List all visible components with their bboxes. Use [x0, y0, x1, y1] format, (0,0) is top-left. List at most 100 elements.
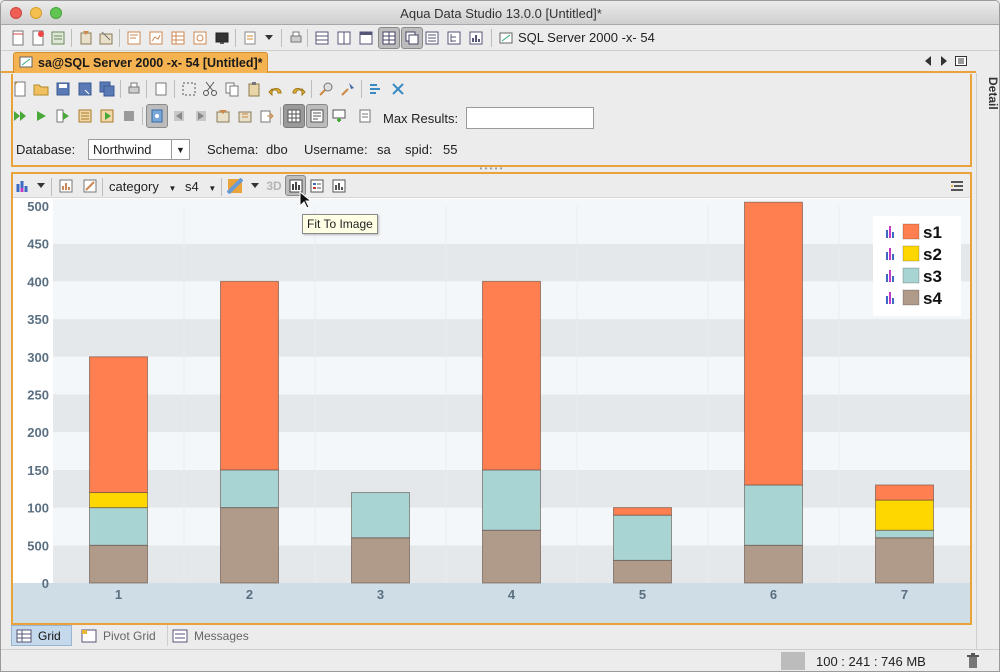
tab-grid[interactable]: Grid [11, 625, 72, 646]
chevron-down-icon: ▼ [168, 184, 177, 193]
app-window: Aqua Data Studio 13.0.0 [Untitled]* SQL … [0, 0, 1000, 672]
bar-segment-s4 [89, 544, 148, 584]
y-tick-label: 150 [27, 463, 49, 478]
x-tick-label: 4 [508, 587, 516, 602]
chart-data-labels-icon[interactable] [330, 177, 348, 195]
messages-icon [172, 629, 188, 642]
server-properties-icon[interactable] [97, 29, 115, 47]
redo-icon[interactable] [289, 80, 307, 98]
copy-icon[interactable] [223, 80, 241, 98]
format-sql-icon[interactable] [367, 80, 385, 98]
results-append-icon[interactable] [330, 107, 348, 125]
bar-segment-s2 [89, 492, 148, 509]
chart-edit-icon[interactable] [81, 177, 99, 195]
paste-icon[interactable] [245, 80, 263, 98]
spid-label: spid: [405, 142, 433, 157]
save-as-icon[interactable] [76, 80, 94, 98]
execute-icon[interactable] [32, 107, 50, 125]
bar-segment-s4 [220, 507, 279, 584]
garbage-collect-trash-icon[interactable] [964, 652, 982, 670]
max-results-input[interactable] [466, 107, 594, 129]
server-tools-icon[interactable] [77, 29, 95, 47]
layout-list-icon[interactable] [423, 29, 441, 47]
auto-commit-toggle-icon[interactable] [146, 104, 168, 128]
pane-splitter-grip[interactable]: • • • • • [471, 165, 511, 173]
layout-chart-icon[interactable] [467, 29, 485, 47]
schema-compare-icon[interactable] [236, 107, 254, 125]
results-text-toggle-icon[interactable] [306, 104, 328, 128]
tab-scroll-left-icon[interactable] [922, 55, 934, 67]
new-file-icon[interactable] [11, 80, 29, 98]
chart-color-dropdown-chevron-icon[interactable] [249, 177, 261, 195]
monitor-icon[interactable] [213, 29, 231, 47]
scripts-dropdown-chevron-icon[interactable] [263, 29, 275, 47]
detail-panel-label[interactable]: Detail [986, 77, 999, 110]
bar-segment-s3 [351, 492, 410, 539]
sql-compress-icon[interactable] [389, 80, 407, 98]
database-select[interactable]: Northwind ▼ [88, 139, 190, 160]
print-query-icon[interactable] [125, 80, 143, 98]
find-icon[interactable] [317, 80, 335, 98]
x-tick-label: 6 [770, 587, 777, 602]
cut-icon[interactable] [201, 80, 219, 98]
tab-scroll-right-icon[interactable] [938, 55, 950, 67]
chart-3d-toggle[interactable]: 3D [263, 177, 285, 195]
bar-segment-s1 [482, 280, 541, 471]
chart-type-icon[interactable] [14, 177, 32, 195]
query-options-icon[interactable] [356, 107, 374, 125]
chart-type-dropdown-chevron-icon[interactable] [35, 177, 47, 195]
tab-list-menu-icon[interactable] [954, 55, 968, 67]
print-icon[interactable] [287, 29, 305, 47]
sql-history-icon[interactable] [191, 29, 209, 47]
bar-segment-s4 [875, 537, 934, 584]
results-grid-toggle-icon[interactable] [283, 104, 305, 128]
new-query-icon[interactable] [29, 29, 47, 47]
find-replace-icon[interactable] [339, 80, 357, 98]
execute-all-icon[interactable] [11, 107, 29, 125]
rollback-icon[interactable] [192, 107, 210, 125]
execute-selection-icon[interactable] [54, 107, 72, 125]
table-data-icon[interactable] [169, 29, 187, 47]
x-tick-label: 2 [246, 587, 253, 602]
commit-icon[interactable] [170, 107, 188, 125]
chart-color-icon[interactable] [226, 177, 244, 195]
tab-messages[interactable]: Messages [167, 625, 257, 646]
layout-grid-icon[interactable] [313, 29, 331, 47]
chart-menu-icon[interactable] [948, 177, 966, 195]
category-select[interactable]: category ▼ [109, 179, 176, 194]
legend-label: s3 [923, 267, 942, 286]
undo-icon[interactable] [267, 80, 285, 98]
schema-sync-icon[interactable] [214, 107, 232, 125]
execute-plan-icon[interactable] [98, 107, 116, 125]
scripts-icon[interactable] [241, 29, 259, 47]
tab-grid-label: Grid [38, 628, 61, 643]
page-setup-icon[interactable] [152, 80, 170, 98]
stop-execution-icon[interactable] [120, 107, 138, 125]
new-document-icon[interactable] [9, 29, 27, 47]
series-select[interactable]: s4 ▼ [185, 179, 216, 194]
chart-properties-icon[interactable] [57, 177, 75, 195]
export-results-icon[interactable] [258, 107, 276, 125]
query-analyzer-icon[interactable] [147, 29, 165, 47]
memory-usage-label: 100 : 241 : 746 MB [816, 654, 926, 669]
explain-plan-icon[interactable] [76, 107, 94, 125]
save-all-icon[interactable] [98, 80, 116, 98]
save-icon[interactable] [54, 80, 72, 98]
y-tick-label: 500 [27, 538, 49, 553]
layout-cascade-toggle-icon[interactable] [401, 27, 423, 49]
tab-pivot-grid[interactable]: Pivot Grid [77, 625, 161, 646]
open-schema-icon[interactable] [49, 29, 67, 47]
select-all-icon[interactable] [180, 80, 198, 98]
tab-messages-label: Messages [194, 628, 249, 643]
query-window-icon[interactable] [125, 29, 143, 47]
document-tab[interactable]: sa@SQL Server 2000 -x- 54 [Untitled]* [13, 52, 268, 73]
layout-window-icon[interactable] [357, 29, 375, 47]
detail-side-panel[interactable] [976, 73, 999, 653]
layout-split-icon[interactable] [335, 29, 353, 47]
layout-tree-icon[interactable] [445, 29, 463, 47]
open-folder-icon[interactable] [32, 80, 50, 98]
series-select-value: s4 [185, 179, 199, 194]
y-tick-label: 500 [27, 199, 49, 214]
layout-tiles-toggle-icon[interactable] [378, 27, 400, 49]
connection-label: SQL Server 2000 -x- 54 [518, 30, 655, 45]
